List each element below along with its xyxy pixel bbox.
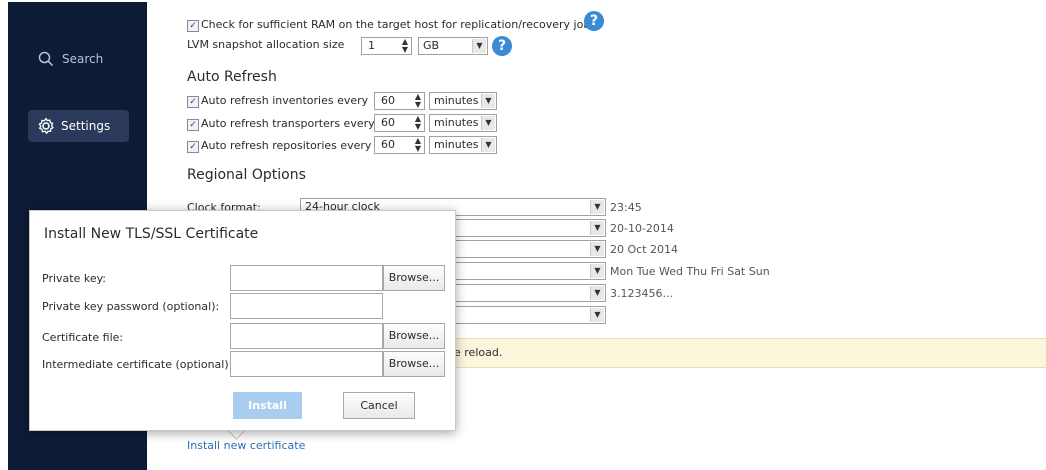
help-icon[interactable]: ? [492,36,512,56]
private-key-input[interactable] [230,265,383,291]
auto-refresh-label: Auto refresh transporters every [201,117,375,130]
refresh-interval-value: 60 [381,116,395,129]
ram-check-label: Check for sufficient RAM on the target h… [201,18,597,31]
sidebar-item-search[interactable]: Search [38,48,130,70]
dialog-title: Install New TLS/SSL Certificate [44,226,259,242]
window-edge [0,0,8,470]
stepper-arrows-icon[interactable]: ▲ ▼ [412,115,424,131]
certificate-file-input[interactable] [230,323,383,349]
browse-button[interactable]: Browse... [383,265,445,291]
auto-refresh-label: Auto refresh inventories every [201,94,369,107]
intermediate-certificate-label: Intermediate certificate (optional): [42,358,233,371]
refresh-interval-stepper[interactable]: 60 ▲ ▼ [374,136,425,154]
chevron-down-icon: ▼ [590,200,604,214]
private-key-password-input[interactable] [230,293,383,319]
certificate-file-label: Certificate file: [42,331,124,344]
auto-refresh-label: Auto refresh repositories every [201,139,372,152]
chevron-down-icon: ▼ [481,94,495,108]
auto-refresh-heading: Auto Refresh [187,69,277,85]
refresh-unit-value: minutes [434,138,479,151]
private-key-password-label: Private key password (optional): [42,300,220,313]
stepper-arrows-icon[interactable]: ▲ ▼ [399,38,411,54]
week-start-example: Mon Tue Wed Thu Fri Sat Sun [610,265,770,278]
sidebar-item-label: Settings [61,119,111,133]
clock-example: 23:45 [610,201,642,214]
refresh-interval-value: 60 [381,94,395,107]
number-example: 3.123456... [610,287,673,300]
sidebar-item-label: Search [62,52,104,66]
chevron-down-icon: ▼ [481,138,495,152]
date-example: 20-10-2014 [610,222,674,235]
lvm-label: LVM snapshot allocation size [187,38,345,51]
chevron-down-icon: ▼ [590,242,604,256]
auto-refresh-checkbox[interactable]: ✓ [187,141,199,153]
search-icon [38,51,54,67]
lvm-unit-value: GB [423,39,440,52]
help-icon[interactable]: ? [584,11,604,31]
refresh-unit-value: minutes [434,116,479,129]
reload-notice-text: e reload. [454,346,503,359]
lvm-size-value: 1 [368,39,375,52]
browse-button[interactable]: Browse... [383,323,445,349]
refresh-unit-value: minutes [434,94,479,107]
refresh-interval-stepper[interactable]: 60 ▲ ▼ [374,114,425,132]
chevron-down-icon: ▼ [590,308,604,322]
ram-check-checkbox[interactable]: ✓ [187,20,199,32]
private-key-label: Private key: [42,272,107,285]
chevron-down-icon: ▼ [590,286,604,300]
chevron-down-icon: ▼ [472,39,486,53]
chevron-down-icon: ▼ [481,116,495,130]
stepper-arrows-icon[interactable]: ▲ ▼ [412,137,424,153]
intermediate-certificate-input[interactable] [230,351,383,377]
auto-refresh-checkbox[interactable]: ✓ [187,119,199,131]
window-edge-top [0,0,1046,2]
gear-icon [38,117,54,134]
refresh-unit-select[interactable]: minutes ▼ [429,92,497,110]
refresh-unit-select[interactable]: minutes ▼ [429,136,497,154]
install-certificate-dialog: Install New TLS/SSL Certificate Private … [29,210,456,431]
sidebar-item-settings[interactable]: Settings [28,110,129,142]
stepper-arrows-icon[interactable]: ▲ ▼ [412,93,424,109]
lvm-size-stepper[interactable]: 1 ▲ ▼ [361,37,412,55]
reload-notice: e reload. [452,338,1046,368]
install-button[interactable]: Install [233,392,302,419]
auto-refresh-checkbox[interactable]: ✓ [187,96,199,108]
browse-button[interactable]: Browse... [383,351,445,377]
refresh-interval-stepper[interactable]: 60 ▲ ▼ [374,92,425,110]
chevron-down-icon: ▼ [590,221,604,235]
long-date-example: 20 Oct 2014 [610,243,679,256]
refresh-unit-select[interactable]: minutes ▼ [429,114,497,132]
install-certificate-link[interactable]: Install new certificate [187,439,305,452]
regional-options-heading: Regional Options [187,167,306,183]
refresh-interval-value: 60 [381,138,395,151]
cancel-button[interactable]: Cancel [343,392,415,419]
lvm-unit-select[interactable]: GB ▼ [418,37,488,55]
chevron-down-icon: ▼ [590,264,604,278]
